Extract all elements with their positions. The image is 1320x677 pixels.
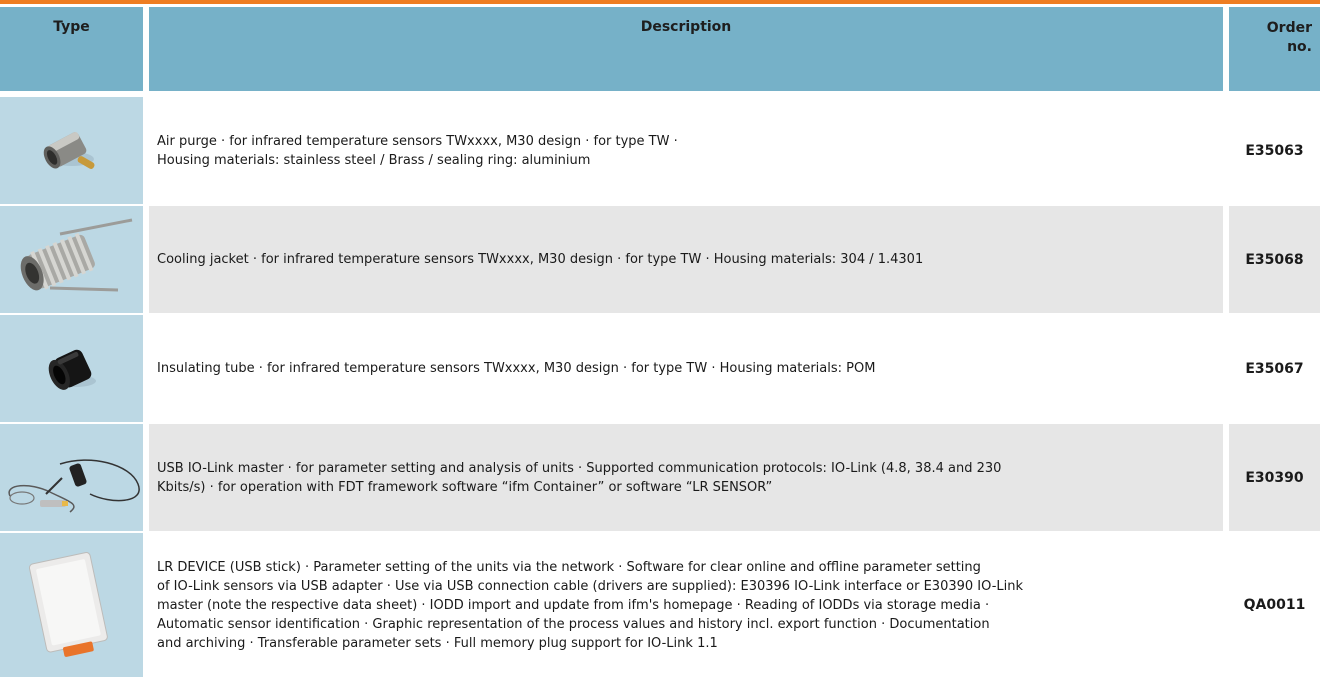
column-header-order-no: Order no. (1229, 7, 1320, 91)
row-description: USB IO-Link master · for parameter setti… (149, 424, 1223, 531)
usb-io-link-master-image (0, 424, 143, 531)
description-line: Automatic sensor identification · Graphi… (157, 616, 990, 632)
order-number: QA0011 (1229, 533, 1320, 677)
description-line: USB IO-Link master · for parameter setti… (157, 460, 1002, 476)
table-row: Insulating tube · for infrared temperatu… (0, 315, 1320, 422)
table-row: LR DEVICE (USB stick) · Parameter settin… (0, 533, 1320, 677)
table-row: Cooling jacket · for infrared temperatur… (0, 206, 1320, 313)
description-line: and archiving · Transferable parameter s… (157, 635, 718, 651)
insulating-tube-image (0, 315, 143, 422)
table-row: Air purge · for infrared temperature sen… (0, 97, 1320, 204)
order-number: E35067 (1229, 315, 1320, 422)
description-line: Housing materials: stainless steel / Bra… (157, 152, 591, 168)
order-number: E35063 (1229, 97, 1320, 204)
description-line: Cooling jacket · for infrared temperatur… (157, 252, 924, 267)
row-description: Cooling jacket · for infrared temperatur… (149, 206, 1223, 313)
column-header-type: Type (0, 7, 143, 91)
row-description: LR DEVICE (USB stick) · Parameter settin… (149, 533, 1223, 677)
description-line: Air purge · for infrared temperature sen… (157, 133, 678, 149)
order-header-line1: Order (1266, 20, 1312, 36)
order-number: E30390 (1229, 424, 1320, 531)
cooling-jacket-image (0, 206, 143, 313)
order-header-line2: no. (1287, 39, 1312, 55)
description-line: LR DEVICE (USB stick) · Parameter settin… (157, 559, 981, 575)
description-line: of IO-Link sensors via USB adapter · Use… (157, 578, 1024, 594)
column-header-description: Description (149, 7, 1223, 91)
description-line: Kbits/s) · for operation with FDT framew… (157, 479, 773, 495)
row-description: Air purge · for infrared temperature sen… (149, 97, 1223, 204)
table-row: USB IO-Link master · for parameter setti… (0, 424, 1320, 531)
table-header-row: Type Description Order no. (0, 7, 1320, 91)
row-description: Insulating tube · for infrared temperatu… (149, 315, 1223, 422)
top-accent-bar (0, 0, 1320, 4)
description-line: master (note the respective data sheet) … (157, 597, 990, 613)
air-purge-image (0, 97, 143, 204)
lr-device-usb-stick-image (0, 533, 143, 677)
description-line: Insulating tube · for infrared temperatu… (157, 361, 876, 376)
order-number: E35068 (1229, 206, 1320, 313)
